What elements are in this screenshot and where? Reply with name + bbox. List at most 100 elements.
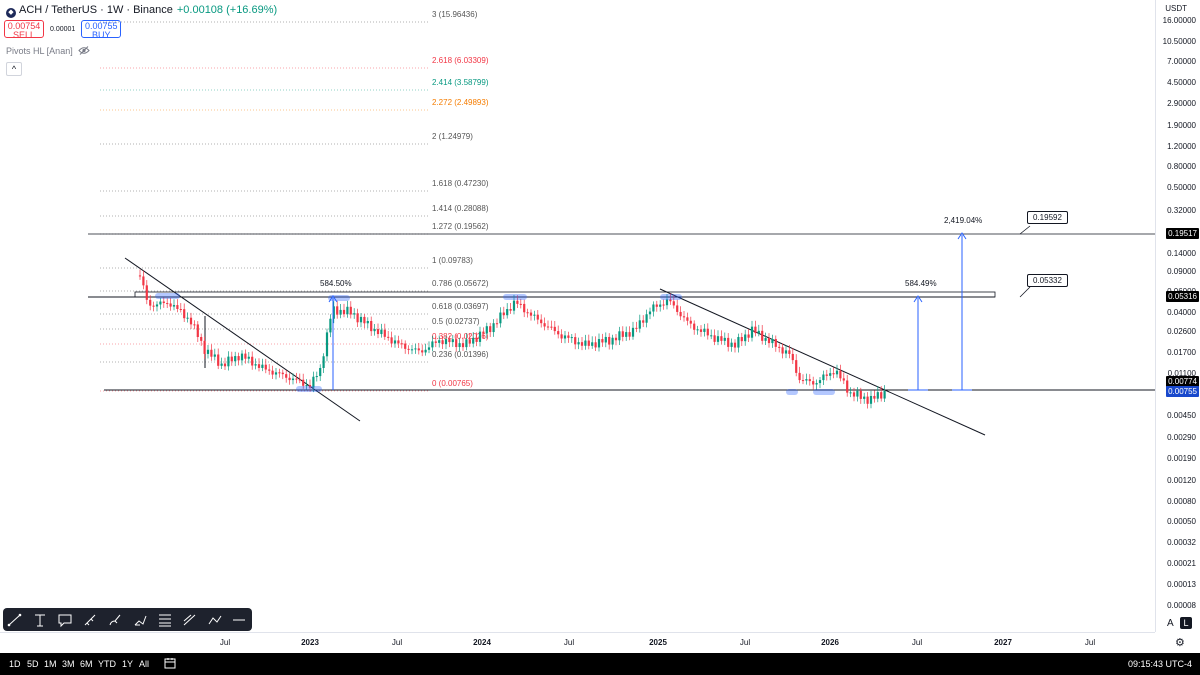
candle[interactable] [502,312,505,316]
candle[interactable] [346,306,349,315]
candle[interactable] [788,350,791,354]
candle[interactable] [176,305,179,309]
log-scale-button[interactable]: L [1180,617,1192,629]
candle[interactable] [482,331,485,334]
candle[interactable] [261,364,264,368]
candle[interactable] [438,340,441,343]
candle[interactable] [407,348,410,350]
candle[interactable] [451,339,454,343]
candle[interactable] [835,370,839,375]
candle[interactable] [257,364,261,368]
candle[interactable] [873,395,876,399]
candle[interactable] [206,349,210,354]
candle[interactable] [417,348,420,351]
candle[interactable] [818,380,822,384]
candle[interactable] [706,328,709,336]
candle[interactable] [169,303,172,307]
candle[interactable] [234,356,237,362]
candle[interactable] [254,364,257,366]
sell-button[interactable]: 0.00754 SELL [4,20,44,40]
candle[interactable] [543,323,546,327]
candle[interactable] [380,329,383,335]
candle[interactable] [608,336,611,345]
candle[interactable] [628,332,631,337]
clock[interactable]: 09:15:43 UTC-4 [1128,659,1192,669]
candle[interactable] [149,299,152,306]
candle[interactable] [285,374,288,378]
candle[interactable] [560,334,563,339]
candle[interactable] [587,340,590,346]
candle[interactable] [829,373,832,376]
candle[interactable] [499,312,502,324]
candle[interactable] [849,392,852,394]
candle[interactable] [516,300,519,304]
candle[interactable] [244,353,247,359]
candle[interactable] [601,339,604,343]
candle[interactable] [631,327,635,337]
candle[interactable] [336,306,339,315]
candle[interactable] [274,372,278,375]
indicator-name[interactable]: Pivots HL [Anan] [6,46,73,56]
candle[interactable] [404,343,407,349]
candle[interactable] [251,356,254,366]
candle[interactable] [761,330,764,341]
candle[interactable] [475,337,478,342]
candle[interactable] [546,326,550,328]
candle[interactable] [468,339,471,344]
candle[interactable] [421,350,424,353]
candle[interactable] [431,341,434,348]
candle[interactable] [383,329,386,337]
candle[interactable] [509,309,512,311]
candle[interactable] [597,339,601,348]
price-callout-mid[interactable]: 0.05332 [1027,274,1068,287]
candle[interactable] [846,380,849,393]
time-axis[interactable]: Jul 2023 Jul 2024 Jul 2025 Jul 2026 Jul 2027 Jul [0,632,1155,653]
candle[interactable] [264,364,267,370]
candle[interactable] [172,305,176,307]
candle[interactable] [217,354,220,366]
candle[interactable] [155,304,159,307]
candle[interactable] [693,323,696,330]
candle[interactable] [353,313,356,315]
candle[interactable] [720,336,723,341]
chart-area[interactable]: 3 (15.96436) 2.618 (6.03309) 2.414 (3.5879… [0,0,1155,632]
candle[interactable] [655,304,658,307]
candle[interactable] [162,301,165,304]
candle[interactable] [325,332,329,357]
candle[interactable] [434,341,437,343]
candle[interactable] [152,305,155,307]
candle[interactable] [220,363,223,366]
candle[interactable] [696,329,699,331]
candle[interactable] [652,304,655,312]
auto-scale-button[interactable]: A [1167,618,1174,629]
candle[interactable] [523,303,526,313]
range-button-ytd[interactable]: YTD [98,659,116,669]
candle[interactable] [189,317,193,325]
buy-button[interactable]: 0.00755 BUY [81,20,122,40]
candle[interactable] [584,340,587,346]
fib-icon[interactable] [157,612,173,628]
range-button-all[interactable]: All [139,659,149,669]
candle[interactable] [455,339,458,348]
candle[interactable] [193,324,196,326]
candle[interactable] [733,342,737,348]
candle[interactable] [852,392,856,397]
candle[interactable] [577,342,580,345]
downtrend-line-2[interactable] [659,288,986,436]
candle[interactable] [485,326,488,334]
candle[interactable] [866,396,869,404]
candle[interactable] [570,337,573,339]
date-range-icon[interactable] [164,657,176,671]
trend-lines[interactable] [124,257,986,436]
price-callout-top[interactable]: 0.19592 [1027,211,1068,224]
candle[interactable] [472,337,475,344]
candle[interactable] [179,308,182,310]
candle[interactable] [791,353,794,361]
candle[interactable] [703,328,706,332]
candle[interactable] [387,336,390,338]
candle[interactable] [271,370,274,375]
candle[interactable] [550,326,553,328]
candle[interactable] [665,299,669,306]
candle[interactable] [506,309,509,316]
candle[interactable] [393,340,397,344]
